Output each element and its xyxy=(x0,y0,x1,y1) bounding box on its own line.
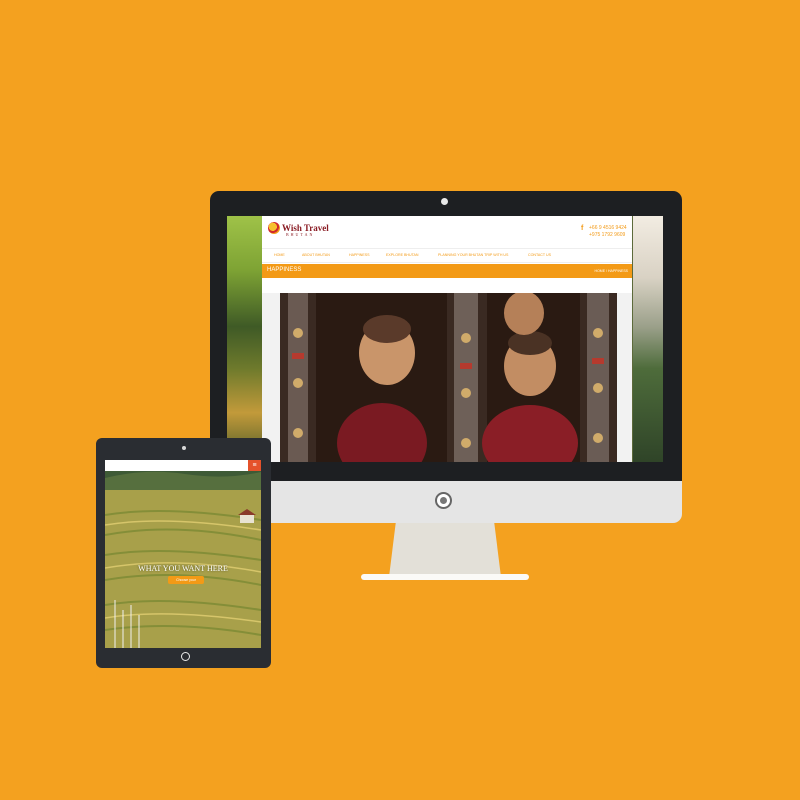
nav-home[interactable]: HOME xyxy=(274,253,285,257)
monitor-power-button xyxy=(435,492,452,509)
nav-planning-trip[interactable]: PLANNING YOUR BHUTAN TRIP WITH US xyxy=(438,253,508,257)
website: Wish Travel BHUTAN f +66 9 4516 9424 +97… xyxy=(262,216,632,462)
desktop-screen: Wish Travel BHUTAN f +66 9 4516 9424 +97… xyxy=(227,216,663,462)
nav-contact-us[interactable]: CONTACT US xyxy=(528,253,551,257)
phone-number-2: +975 1792 9609 xyxy=(589,232,626,238)
tablet-hero-photo-terraces xyxy=(105,460,261,648)
tablet-cta-button[interactable]: Choose your xyxy=(168,576,204,584)
logo-icon[interactable] xyxy=(268,222,280,234)
main-nav: HOME ABOUT BHUTAN HAPPINESS EXPLORE BHUT… xyxy=(262,248,632,263)
tablet-hero-heading: WHAT YOU WANT HERE xyxy=(138,564,228,573)
tablet-screen: ≡ WHAT YOU WANT HERE Choose your xyxy=(105,460,261,648)
monitor-camera xyxy=(441,198,448,205)
monitor-stand xyxy=(389,523,501,577)
monitor-chin xyxy=(210,481,682,523)
facebook-icon[interactable]: f xyxy=(581,225,583,232)
hero-photo-monks xyxy=(262,293,632,462)
monitor-base xyxy=(361,574,529,580)
logo-subtitle: BHUTAN xyxy=(286,232,315,237)
nav-explore-bhutan[interactable]: EXPLORE BHUTAN xyxy=(386,253,418,257)
phone-number-1: +66 9 4516 9424 xyxy=(589,225,627,231)
page-title: HAPPINESS xyxy=(267,267,302,273)
tablet-home-button xyxy=(181,652,190,661)
background-photo-left xyxy=(227,216,262,462)
site-header: Wish Travel BHUTAN f +66 9 4516 9424 +97… xyxy=(262,216,632,248)
hero-photo-illustration xyxy=(262,293,632,462)
breadcrumb[interactable]: HOME / HAPPINESS xyxy=(595,269,628,273)
menu-icon[interactable]: ≡ xyxy=(248,460,261,471)
background-photo-right xyxy=(633,216,663,462)
tablet-topbar: ≡ xyxy=(105,460,261,471)
page-title-bar: HAPPINESS HOME / HAPPINESS xyxy=(262,264,632,278)
nav-about-bhutan[interactable]: ABOUT BHUTAN xyxy=(302,253,330,257)
nav-happiness[interactable]: HAPPINESS xyxy=(349,253,370,257)
tablet-camera xyxy=(182,446,186,450)
